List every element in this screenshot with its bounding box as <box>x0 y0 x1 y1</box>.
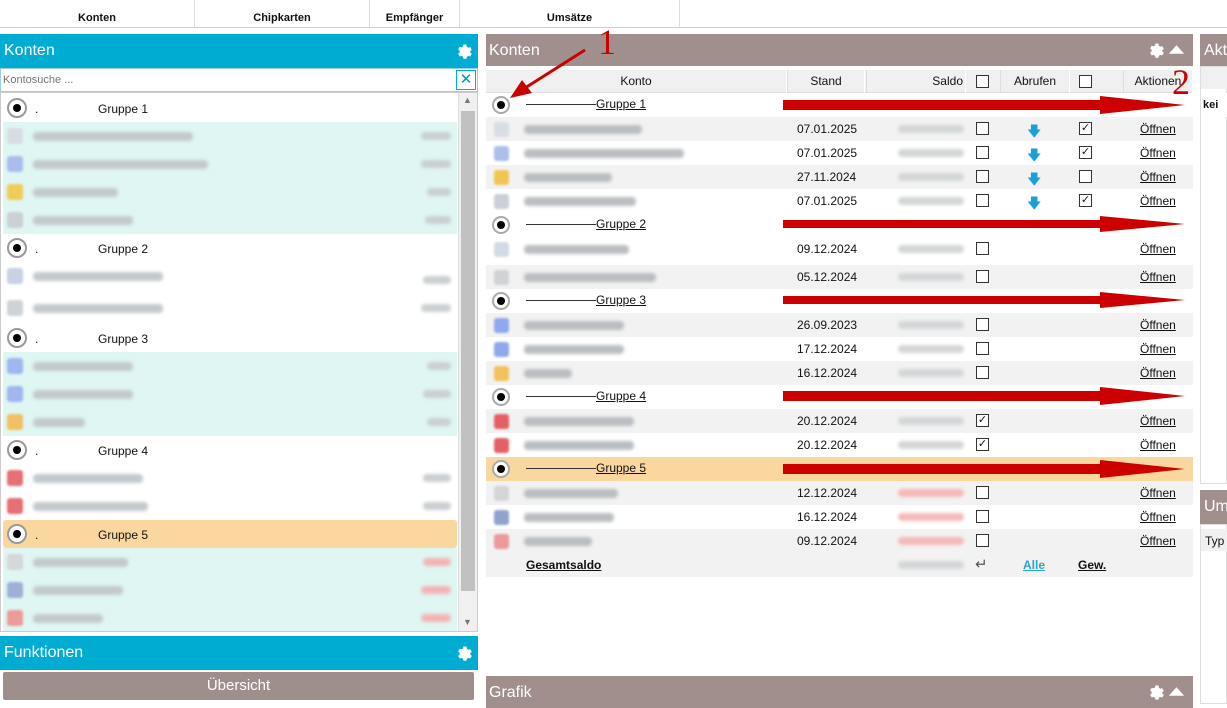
pointer-arrowhead <box>510 80 532 98</box>
red-arrows <box>783 96 1185 478</box>
annotation-label-2: 2 <box>1172 62 1190 102</box>
pointer-arrow-line <box>524 48 586 90</box>
annotation-overlay: 1 2 <box>510 22 1190 478</box>
annotation-label-1: 1 <box>598 22 616 62</box>
